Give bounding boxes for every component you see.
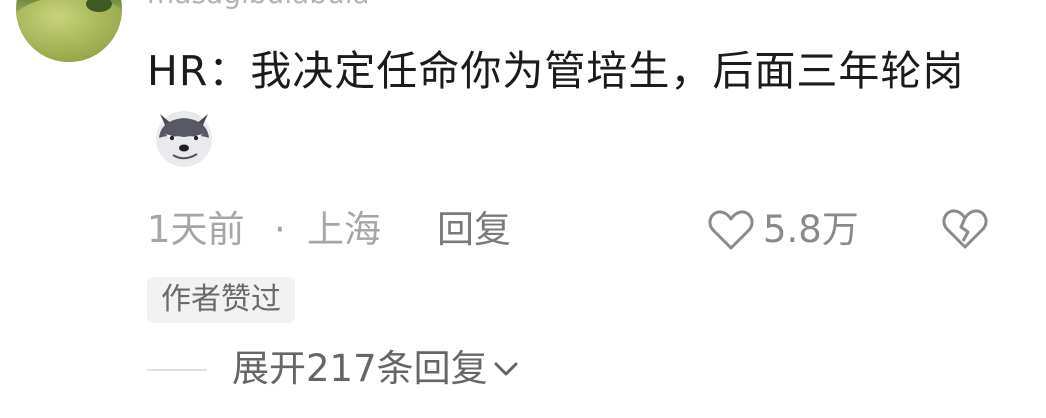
avatar[interactable]: [16, 0, 122, 62]
comment-text: HR：我决定任命你为管培生，后面三年轮岗: [147, 47, 965, 95]
expand-replies-label: 展开217条回复: [232, 347, 488, 390]
comment-meta: 1天前 · 上海 回复 5.8万: [147, 207, 1007, 253]
chevron-down-icon: [494, 362, 518, 376]
meta-separator: ·: [274, 208, 286, 251]
dislike-button[interactable]: [942, 207, 988, 262]
comment-text-block: HR：我决定任命你为管培生，后面三年轮岗: [147, 38, 997, 174]
heart-icon: [708, 210, 754, 250]
like-count: 5.8万: [763, 208, 859, 251]
broken-heart-icon: [942, 209, 988, 249]
doge-emoji-icon: [151, 104, 217, 170]
expand-divider: [147, 369, 207, 371]
comment-time: 1天前: [147, 208, 245, 251]
comment-location: 上海: [307, 208, 381, 251]
reply-button[interactable]: 回复: [437, 207, 511, 253]
expand-replies-button[interactable]: 展开217条回复: [232, 343, 520, 395]
expand-replies: 展开217条回复: [147, 343, 667, 395]
like-button[interactable]: 5.8万: [707, 207, 859, 253]
author-liked-badge: 作者赞过: [147, 277, 295, 323]
username[interactable]: masagibulabula: [147, 0, 370, 8]
